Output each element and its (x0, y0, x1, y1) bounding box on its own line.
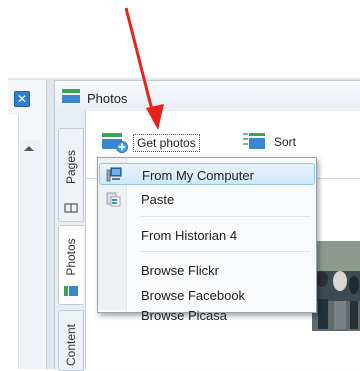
book-icon (64, 203, 78, 213)
menu-item-browse-flickr[interactable]: Browse Flickr (99, 259, 313, 281)
tab-pages-label: Pages (64, 149, 78, 185)
tab-photos[interactable]: Photos (58, 225, 84, 305)
menu-item-label: Browse Facebook (141, 288, 246, 303)
paste-icon (106, 192, 121, 207)
tab-photos-label: Photos (64, 238, 78, 276)
menu-separator (140, 251, 310, 252)
menu-item-label: Browse Picasa (141, 308, 227, 323)
tab-pages[interactable]: Pages (58, 128, 84, 222)
tab-content[interactable]: Content (58, 310, 84, 371)
menu-item-browse-picasa[interactable]: Browse Picasa (99, 308, 313, 330)
tab-content-label: Content (64, 323, 78, 366)
sort-icon (243, 133, 265, 149)
photo-thumbnail[interactable] (312, 241, 360, 331)
menu-item-paste[interactable]: Paste (99, 188, 313, 210)
panel-title: Photos (87, 91, 128, 106)
photos-tab-icon (64, 286, 78, 296)
close-icon[interactable]: ✕ (14, 91, 30, 107)
menu-item-from-my-computer[interactable]: From My Computer (99, 163, 315, 185)
computer-icon (106, 167, 122, 182)
scroll-up-arrow-icon[interactable] (24, 146, 34, 151)
get-photos-icon (102, 133, 128, 153)
menu-item-label: Browse Flickr (141, 263, 220, 278)
menu-item-label: From Historian 4 (141, 228, 238, 243)
photos-icon (62, 89, 80, 103)
get-photos-label: Get photos (133, 134, 200, 152)
menu-item-label: Paste (141, 192, 175, 207)
menu-item-browse-facebook[interactable]: Browse Facebook (99, 284, 313, 306)
sort-label: Sort (274, 135, 297, 149)
left-scrollbar[interactable] (18, 140, 41, 369)
menu-item-from-historian-4[interactable]: From Historian 4 (99, 224, 313, 246)
menu-separator (140, 216, 310, 217)
menu-item-label: From My Computer (142, 168, 254, 183)
